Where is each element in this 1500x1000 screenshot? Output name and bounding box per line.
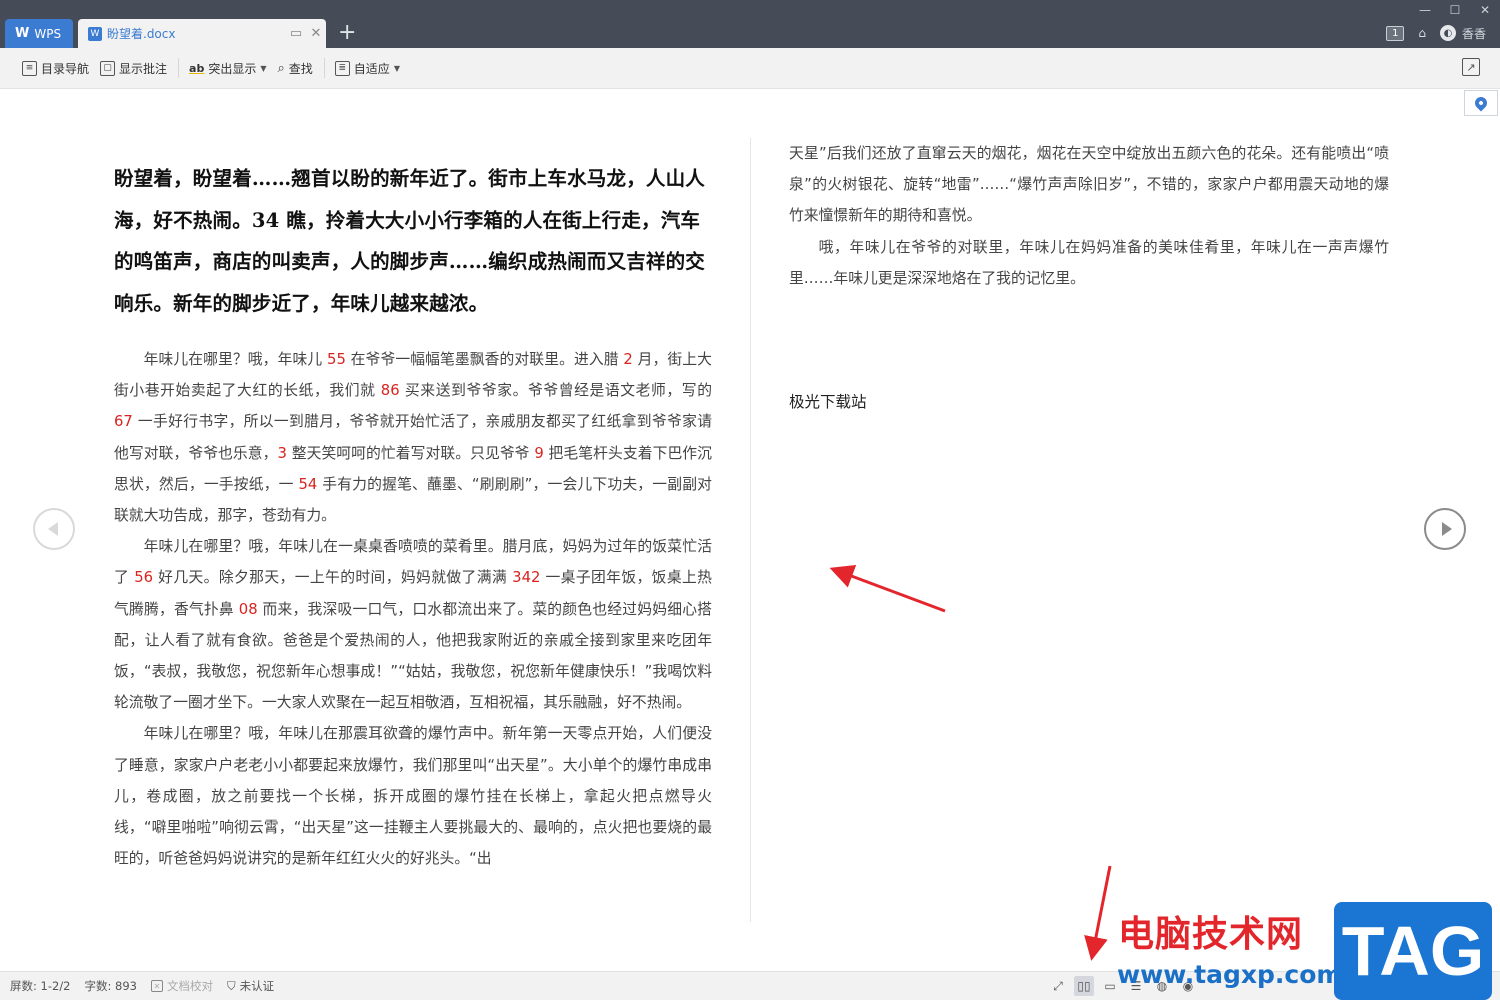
arrow-to-view-mode: [1084, 865, 1112, 961]
annotation-arrows: [829, 565, 1112, 961]
arrow-to-page-area: [829, 565, 946, 613]
